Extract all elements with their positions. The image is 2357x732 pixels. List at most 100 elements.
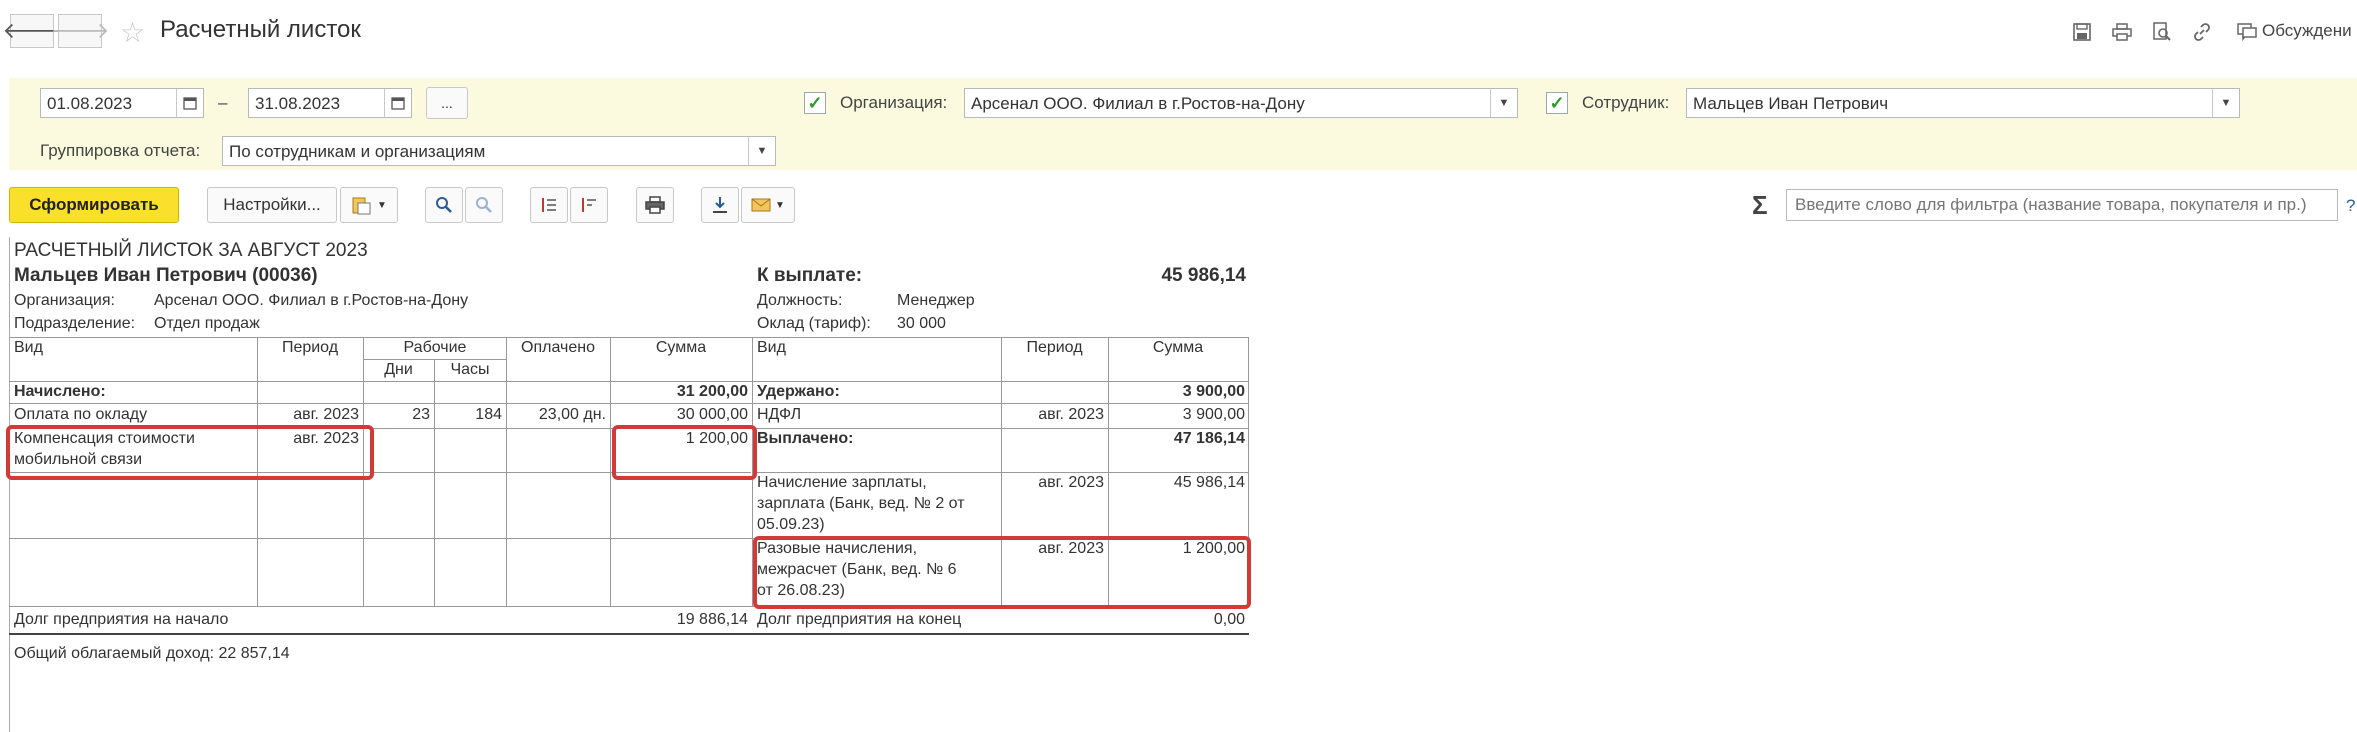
dept-value: Отдел продаж xyxy=(154,315,260,332)
col-period-header: Период xyxy=(1026,339,1083,356)
variants-button[interactable]: ▼ xyxy=(340,187,398,223)
debt-start-label: Долг предприятия на начало xyxy=(14,611,229,628)
chevron-down-icon[interactable]: ▼ xyxy=(748,137,775,165)
rate-label: Оклад (тариф): xyxy=(757,315,871,332)
expand-icon xyxy=(542,198,556,212)
withholding-kind: НДФЛ xyxy=(757,406,802,423)
printer-icon xyxy=(645,196,665,214)
calendar-icon[interactable] xyxy=(384,89,411,117)
expand-groups-button[interactable] xyxy=(530,187,568,223)
arrow-right-icon: 🡒 xyxy=(50,18,110,43)
table-line xyxy=(434,359,435,606)
withheld-total: 3 900,00 xyxy=(1182,383,1245,400)
org-info-value: Арсенал ООО. Филиал в г.Ростов-на-Дону xyxy=(154,292,469,309)
clipboard-icon xyxy=(352,197,371,215)
table-line xyxy=(9,403,1249,404)
table-line xyxy=(610,337,611,606)
chevron-down-icon[interactable]: ▼ xyxy=(2212,89,2239,117)
to-pay-label: К выплате: xyxy=(757,265,863,286)
date-from-value: 01.08.2023 xyxy=(47,94,133,113)
payment-sum: 45 986,14 xyxy=(1173,474,1245,491)
collapse-groups-button[interactable] xyxy=(570,187,608,223)
col-sum-header: Сумма xyxy=(1152,339,1204,356)
report-title: РАСЧЕТНЫЙ ЛИСТОК ЗА АВГУСТ 2023 xyxy=(14,240,368,261)
discussions-link[interactable]: Обсуждени xyxy=(2262,21,2352,41)
table-line xyxy=(506,337,507,606)
find-button[interactable] xyxy=(425,187,463,223)
org-checkbox[interactable]: ✓ xyxy=(804,92,826,114)
employee-value: Мальцев Иван Петрович xyxy=(1693,94,1889,113)
accrual-paid: 23,00 дн. xyxy=(538,406,606,423)
taxable-income: Общий облагаемый доход: 22 857,14 xyxy=(14,645,290,662)
withholding-period: авг. 2023 xyxy=(1038,406,1104,423)
accrual-days: 23 xyxy=(412,406,430,423)
date-to-field[interactable]: 31.08.2023 xyxy=(248,88,412,118)
grouping-label: Группировка отчета: xyxy=(40,141,201,160)
debt-end-label: Долг предприятия на конец xyxy=(757,611,962,628)
col-sum-header: Сумма xyxy=(655,339,707,356)
accrual-hours: 184 xyxy=(475,406,502,423)
find-next-button[interactable] xyxy=(465,187,503,223)
paid-out-total: 47 186,14 xyxy=(1173,430,1245,447)
to-pay-value: 45 986,14 xyxy=(1161,265,1246,286)
table-line xyxy=(9,633,1249,635)
table-line xyxy=(363,359,507,360)
search-icon xyxy=(436,197,452,213)
help-icon[interactable]: ? xyxy=(2346,196,2355,216)
org-value: Арсенал ООО. Филиал в г.Ростов-на-Дону xyxy=(971,94,1305,113)
grouping-field[interactable]: По сотрудникам и организациям ▼ xyxy=(222,136,776,166)
accrued-label: Начислено: xyxy=(14,383,106,400)
preview-icon[interactable] xyxy=(2150,20,2174,44)
report-border xyxy=(9,237,10,732)
back-button[interactable]: 🡐 xyxy=(3,14,62,48)
org-field[interactable]: Арсенал ООО. Филиал в г.Ростов-на-Дону ▼ xyxy=(964,88,1518,118)
highlight-box xyxy=(753,536,1251,609)
filter-search-input[interactable] xyxy=(1786,189,2338,221)
col-paid-header: Оплачено xyxy=(521,339,595,356)
position-value: Менеджер xyxy=(897,292,975,309)
org-info-label: Организация: xyxy=(14,292,115,309)
debt-start-value: 19 886,14 xyxy=(676,611,748,628)
favorite-star-icon[interactable]: ☆ xyxy=(120,16,145,49)
date-from-field[interactable]: 01.08.2023 xyxy=(40,88,204,118)
grouping-value: По сотрудникам и организациям xyxy=(229,142,486,161)
save-to-file-button[interactable] xyxy=(701,187,739,223)
period-select-button[interactable]: ... xyxy=(426,87,468,119)
save-icon[interactable] xyxy=(2070,20,2094,44)
link-icon[interactable] xyxy=(2190,20,2214,44)
calendar-icon[interactable] xyxy=(176,89,203,117)
envelope-icon xyxy=(751,198,771,212)
debt-end-value: 0,00 xyxy=(1213,611,1245,628)
table-line xyxy=(9,381,1249,382)
sigma-icon[interactable]: Σ xyxy=(1752,190,1768,221)
payment-kind: зарплата (Банк, вед. № 2 от xyxy=(757,495,965,512)
col-period-header: Период xyxy=(281,339,339,356)
accrual-sum: 30 000,00 xyxy=(676,406,748,423)
col-kind-header: Вид xyxy=(14,339,43,356)
generate-button[interactable]: Сформировать xyxy=(9,187,179,223)
col-working-header: Рабочие xyxy=(403,339,467,356)
payment-period: авг. 2023 xyxy=(1038,474,1104,491)
paid-out-label: Выплачено: xyxy=(757,430,854,447)
dept-label: Подразделение: xyxy=(14,315,136,332)
settings-button[interactable]: Настройки... xyxy=(207,187,337,223)
col-days-header: Дни xyxy=(384,361,413,378)
forward-button[interactable]: 🡒 xyxy=(51,14,110,48)
date-separator: – xyxy=(218,93,228,112)
payment-kind: 05.09.23) xyxy=(757,516,825,533)
print-button[interactable] xyxy=(636,187,674,223)
col-kind-header: Вид xyxy=(757,339,786,356)
search-clear-icon xyxy=(476,197,492,213)
chevron-down-icon[interactable]: ▼ xyxy=(1490,89,1517,117)
col-hours-header: Часы xyxy=(450,361,490,378)
withheld-label: Удержано: xyxy=(757,383,840,400)
print-icon[interactable] xyxy=(2110,20,2134,44)
employee-field[interactable]: Мальцев Иван Петрович ▼ xyxy=(1686,88,2240,118)
accrued-total: 31 200,00 xyxy=(676,383,748,400)
send-button[interactable]: ▼ xyxy=(741,187,795,223)
highlight-box xyxy=(6,425,374,480)
employee-checkbox[interactable]: ✓ xyxy=(1546,92,1568,114)
withholding-sum: 3 900,00 xyxy=(1182,406,1245,423)
discussions-icon[interactable] xyxy=(2235,20,2259,44)
date-to-value: 31.08.2023 xyxy=(255,94,341,113)
